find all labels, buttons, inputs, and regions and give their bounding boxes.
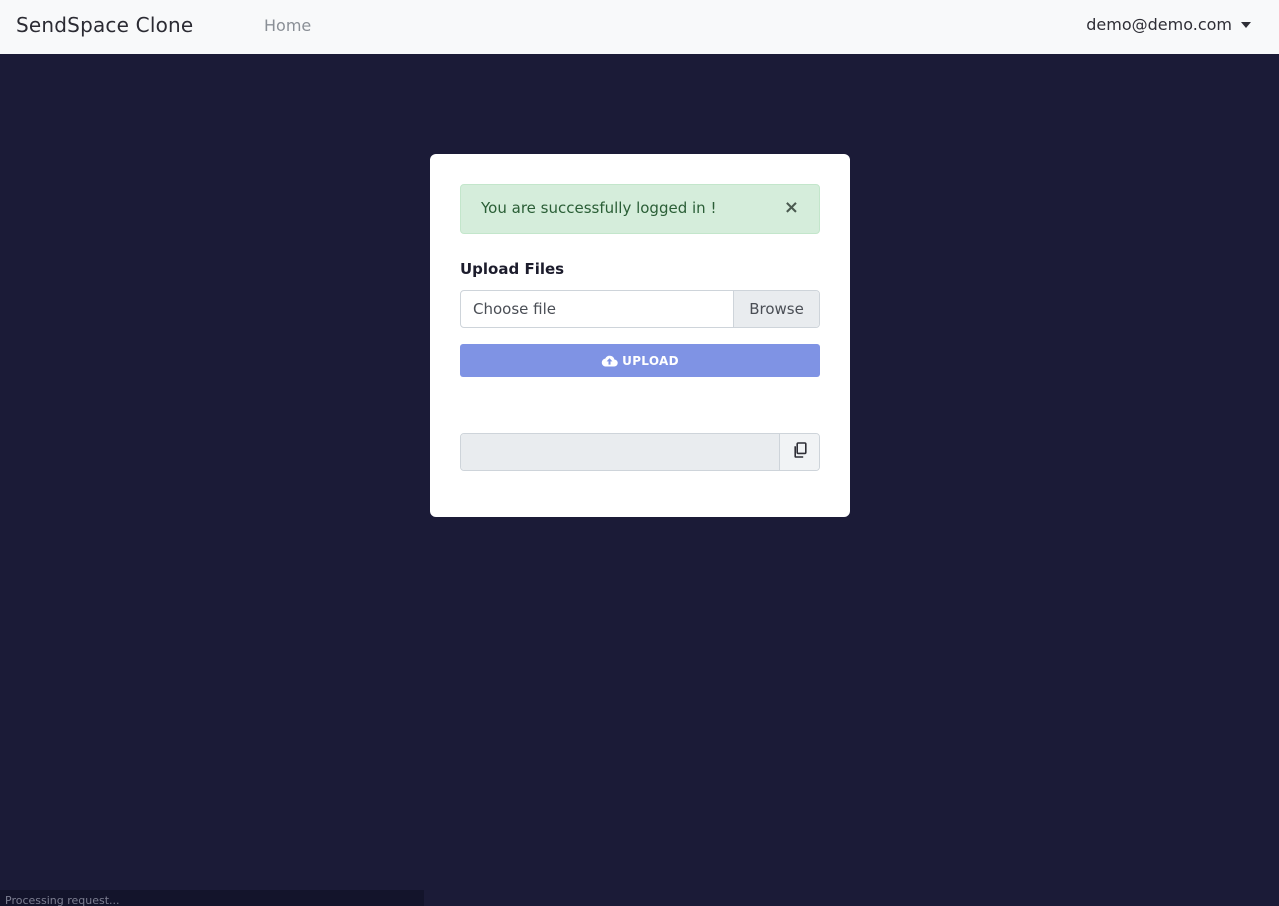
- user-menu-dropdown[interactable]: demo@demo.com: [1086, 15, 1251, 34]
- copy-icon: [793, 442, 807, 462]
- browser-status-bar: Processing request...: [0, 890, 424, 906]
- user-email: demo@demo.com: [1086, 15, 1232, 34]
- share-link-group: [460, 433, 820, 471]
- copy-link-button[interactable]: [779, 434, 819, 470]
- browse-button[interactable]: Browse: [733, 291, 819, 327]
- alert-message: You are successfully logged in !: [481, 199, 717, 217]
- share-link-input[interactable]: [461, 434, 779, 470]
- upload-card: You are successfully logged in ! × Uploa…: [430, 154, 850, 517]
- upload-button[interactable]: UPLOAD: [460, 344, 820, 377]
- upload-files-label: Upload Files: [460, 260, 565, 278]
- file-input-group[interactable]: Choose file Browse: [460, 290, 820, 328]
- file-input[interactable]: Choose file: [461, 291, 733, 327]
- upload-button-label: UPLOAD: [622, 353, 679, 368]
- cloud-upload-icon: [601, 354, 618, 367]
- success-alert: You are successfully logged in ! ×: [460, 184, 820, 234]
- brand-logo-link[interactable]: SendSpace Clone: [16, 13, 193, 37]
- chevron-down-icon: [1241, 21, 1251, 28]
- alert-close-button[interactable]: ×: [784, 197, 799, 219]
- nav-home-link[interactable]: Home: [264, 16, 311, 35]
- top-navbar: SendSpace Clone Home demo@demo.com: [0, 0, 1279, 54]
